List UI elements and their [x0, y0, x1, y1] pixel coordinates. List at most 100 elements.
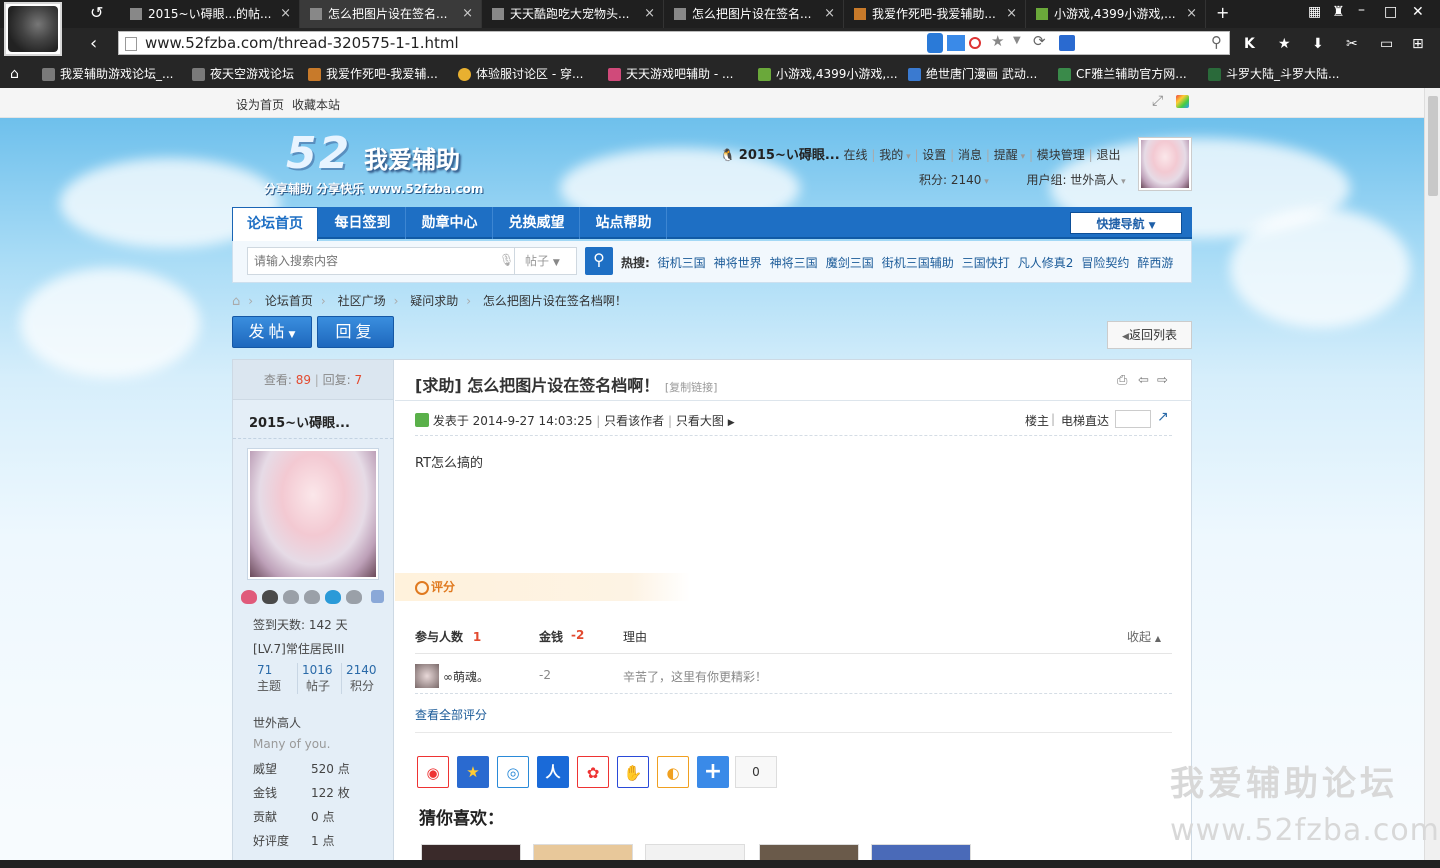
k-icon[interactable]: K [1244, 30, 1255, 58]
home-icon[interactable]: ⌂ [232, 294, 240, 309]
browser-tab-4[interactable]: 怎么把图片设在签名... × [664, 0, 844, 28]
netease-share-icon[interactable]: ✿ [577, 756, 609, 788]
reply-button[interactable]: 回复 [317, 316, 394, 348]
medal-icon[interactable] [325, 590, 341, 604]
search-input[interactable] [247, 247, 515, 275]
next-thread-icon[interactable]: ⇨ [1157, 373, 1168, 388]
tab-close-icon[interactable]: × [462, 0, 473, 28]
extension-icon[interactable]: ✂ [1346, 30, 1358, 58]
tencent-weibo-share-icon[interactable]: ◎ [497, 756, 529, 788]
user-link-messages[interactable]: 消息 [958, 148, 982, 162]
bookmark-item[interactable]: 夜天空游戏论坛 [190, 60, 294, 88]
back-icon[interactable]: ‹ [90, 30, 97, 58]
breadcrumb-item[interactable]: 社区广场 [338, 294, 386, 308]
browser-tab-3[interactable]: 天天酷跑吃大宠物头... × [482, 0, 664, 28]
bookmark-item[interactable]: 我爱作死吧-我爱辅... [306, 60, 438, 88]
post-prefix[interactable]: [求助] [415, 376, 462, 395]
nav-daily-signin[interactable]: 每日签到 [320, 207, 406, 239]
close-window-icon[interactable]: ✕ [1412, 0, 1424, 26]
apps-grid-icon[interactable]: ⊞ [1412, 30, 1424, 58]
nav-exchange[interactable]: 兑换威望 [494, 207, 580, 239]
address-bar[interactable]: www.52fzba.com/thread-320575-1-1.html ★ … [118, 31, 1230, 55]
skin-icon[interactable]: ♜ [1332, 0, 1345, 26]
tab-close-icon[interactable]: × [1186, 0, 1197, 28]
renren-share-icon[interactable]: 人 [537, 756, 569, 788]
browser-user-avatar[interactable] [4, 2, 62, 56]
user-level[interactable]: [LV.7]常住居民III [253, 640, 344, 657]
rater-name[interactable]: ∞萌魂。 [443, 668, 489, 685]
author-name[interactable]: 2015~い碍眼... [249, 412, 350, 431]
go-icon[interactable]: ↗ [1157, 409, 1169, 425]
stat-score[interactable]: 2140 积分 [341, 663, 389, 694]
user-name-link[interactable]: 2015~い碍眼... [739, 148, 840, 163]
medal-icon[interactable] [283, 590, 299, 604]
bookmark-item[interactable]: CF雅兰辅助官方网... [1056, 60, 1187, 88]
rater-avatar[interactable] [415, 664, 439, 688]
author-avatar[interactable] [247, 448, 379, 580]
star-icon[interactable]: ★ [991, 32, 1004, 50]
nav-medal-center[interactable]: 勋章中心 [407, 207, 493, 239]
user-link-settings[interactable]: 设置 [922, 148, 946, 162]
fullscreen-icon[interactable]: ⤢ [1152, 93, 1163, 109]
collapse-rating-link[interactable]: 收起 ▲ [1127, 628, 1161, 645]
nav-help[interactable]: 站点帮助 [581, 207, 667, 239]
qq-share-icon[interactable]: ◐ [657, 756, 689, 788]
hot-item[interactable]: 三国快打 [962, 256, 1010, 270]
maximize-icon[interactable]: □ [1384, 0, 1397, 26]
nav-forum-home[interactable]: 论坛首页 [232, 207, 318, 241]
home-icon[interactable]: ⌂ [10, 60, 19, 88]
menu-icon[interactable]: ▦ [1308, 0, 1321, 26]
scrollbar-thumb[interactable] [1428, 96, 1438, 196]
bookmark-item[interactable]: 体验服讨论区 - 穿... [456, 60, 583, 88]
medal-icon[interactable] [304, 590, 320, 604]
microphone-icon[interactable]: 🎙 [499, 253, 514, 267]
user-score[interactable]: 积分: 2140 [919, 173, 981, 187]
back-to-list-button[interactable]: ◀返回列表 [1107, 321, 1192, 349]
bookmark-site-link[interactable]: 收藏本站 [292, 96, 340, 113]
color-theme-icon[interactable] [1176, 95, 1189, 108]
search-button[interactable]: ⚲ [585, 247, 613, 275]
browser-tab-2[interactable]: 怎么把图片设在签名... × [300, 0, 482, 28]
view-all-ratings-link[interactable]: 查看全部评分 [415, 706, 487, 723]
url-text[interactable]: www.52fzba.com/thread-320575-1-1.html [145, 32, 459, 54]
minimize-icon[interactable]: – [1358, 0, 1365, 24]
only-author-link[interactable]: 只看该作者 [604, 414, 664, 428]
hot-item[interactable]: 凡人修真2 [1018, 256, 1074, 270]
bookmark-item[interactable]: 绝世唐门漫画 武动... [906, 60, 1037, 88]
screen-icon[interactable]: ▭ [1380, 30, 1393, 58]
hot-item[interactable]: 醉西游 [1137, 256, 1173, 270]
browser-tab-1[interactable]: 2015~い碍眼...的帖... × [120, 0, 300, 28]
refresh-icon[interactable]: ⟳ [1033, 32, 1046, 50]
accessibility-icon[interactable] [927, 33, 943, 53]
more-share-icon[interactable]: + [697, 756, 729, 788]
elevator-input[interactable] [1115, 410, 1151, 428]
block-icon[interactable] [969, 37, 981, 49]
prev-thread-icon[interactable]: ⇦ [1138, 373, 1149, 388]
medal-icon[interactable] [262, 590, 278, 604]
new-tab-button[interactable]: + [1216, 0, 1229, 27]
medal-icon[interactable] [346, 590, 362, 604]
search-engine-icon[interactable] [1059, 35, 1075, 51]
favorite-star-icon[interactable]: ★ [1278, 30, 1291, 58]
tab-close-icon[interactable]: × [1006, 0, 1017, 28]
tab-close-icon[interactable]: × [824, 0, 835, 28]
weibo-share-icon[interactable]: ◉ [417, 756, 449, 788]
breadcrumb-item[interactable]: 论坛首页 [265, 294, 313, 308]
stat-posts[interactable]: 1016 帖子 [297, 663, 345, 694]
translate-icon[interactable] [947, 35, 965, 51]
bookmark-item[interactable]: 斗罗大陆_斗罗大陆... [1206, 60, 1339, 88]
bookmark-item[interactable]: 天天游戏吧辅助 - ... [606, 60, 733, 88]
hot-item[interactable]: 冒险契约 [1081, 256, 1129, 270]
more-medals-icon[interactable] [371, 590, 384, 603]
search-type-select[interactable]: 帖子 ▼ [515, 247, 577, 275]
hot-item[interactable]: 街机三国辅助 [882, 256, 954, 270]
download-icon[interactable]: ⬇ [1312, 30, 1324, 58]
user-link-reminders[interactable]: 提醒 [994, 148, 1018, 162]
browser-tab-5[interactable]: 我爱作死吧-我爱辅助... × [844, 0, 1026, 28]
user-group[interactable]: 用户组: 世外高人 [1026, 173, 1118, 187]
bookmark-item[interactable]: 我爱辅助游戏论坛_... [40, 60, 173, 88]
print-icon[interactable]: ⎙ [1117, 373, 1127, 388]
hot-item[interactable]: 魔剑三国 [826, 256, 874, 270]
user-link-my[interactable]: 我的 [879, 148, 903, 162]
user-link-logout[interactable]: 退出 [1097, 148, 1121, 162]
